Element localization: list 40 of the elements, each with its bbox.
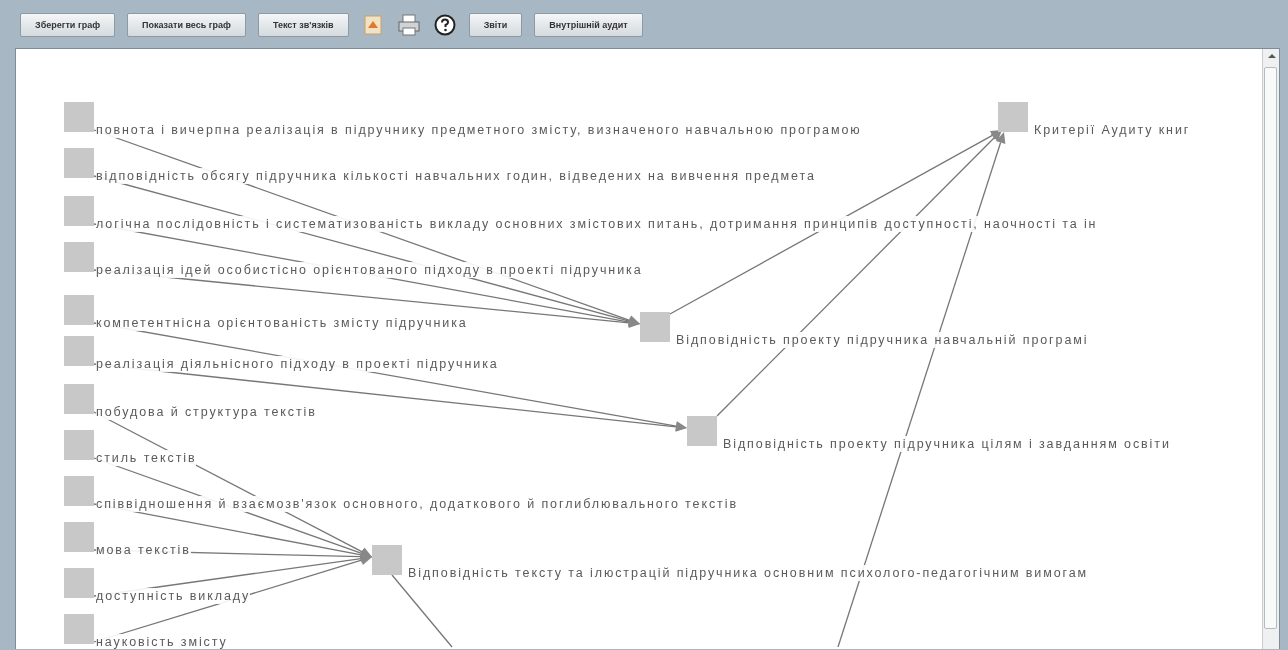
node-label: відповідність обсягу підручника кількості навчальних годин, відведених на вивчення предмета bbox=[96, 168, 816, 184]
graph-node[interactable] bbox=[64, 522, 94, 552]
graph-node[interactable] bbox=[64, 384, 94, 414]
graph-node[interactable] bbox=[64, 614, 94, 644]
graph-node[interactable] bbox=[64, 295, 94, 325]
graph-node[interactable] bbox=[64, 196, 94, 226]
graph-node[interactable] bbox=[372, 545, 402, 575]
node-label: повнота і вичерпна реалізація в підручнику предметного змісту, визначеного навчальною програмою bbox=[96, 122, 862, 138]
graph-node[interactable] bbox=[64, 476, 94, 506]
printer-icon[interactable] bbox=[396, 12, 421, 37]
toolbar-button[interactable]: Зберегти граф bbox=[20, 12, 116, 37]
node-label: реалізація ідей особистісно орієнтованого підходу в проекті підручника bbox=[96, 262, 643, 278]
graph-node[interactable] bbox=[687, 416, 717, 446]
node-label: доступність викладу bbox=[96, 588, 251, 604]
node-label: співвідношення й взаємозв'язок основного, додаткового й поглиблювального текстів bbox=[96, 496, 738, 512]
graph-node[interactable] bbox=[64, 568, 94, 598]
node-label: логічна послідовність і систематизованість викладу основних змістових питань, дотримання принципів доступності, наочності та ін bbox=[96, 216, 1098, 232]
graph-node[interactable] bbox=[64, 430, 94, 460]
scrollbar[interactable] bbox=[1262, 49, 1279, 649]
graph-node[interactable] bbox=[64, 102, 94, 132]
node-label: стиль текстів bbox=[96, 450, 197, 466]
graph-node[interactable] bbox=[64, 148, 94, 178]
node-label: науковість змісту bbox=[96, 634, 228, 649]
graph-node[interactable] bbox=[64, 336, 94, 366]
help-icon[interactable] bbox=[432, 12, 457, 37]
node-label: побудова й структура текстів bbox=[96, 404, 317, 420]
node-label: реалізація діяльнісного підходу в проекті підручника bbox=[96, 356, 499, 372]
toolbar-button[interactable]: Внутрішній аудит bbox=[534, 12, 643, 37]
toolbar-button[interactable]: Текст зв'язків bbox=[257, 12, 349, 37]
graph-node[interactable] bbox=[640, 312, 670, 342]
toolbar-button[interactable]: Звіти bbox=[468, 12, 523, 37]
toolbar-button[interactable]: Показати весь граф bbox=[127, 12, 246, 37]
graph-node[interactable] bbox=[64, 242, 94, 272]
node-label: Відповідність проекту підручника цілям і завданням освіти bbox=[723, 436, 1171, 452]
node-label: компетентнісна орієнтованість змісту підручника bbox=[96, 315, 468, 331]
node-label: Відповідність тексту та ілюстрацій підручника основним психолого-педагогічним вимогам bbox=[408, 565, 1089, 581]
node-label: Критерії Аудиту книг bbox=[1034, 122, 1191, 138]
scroll-up-icon[interactable] bbox=[1268, 53, 1276, 59]
graph-node[interactable] bbox=[998, 102, 1028, 132]
node-label: Відповідність проекту підручника навчальній програмі bbox=[676, 332, 1089, 348]
